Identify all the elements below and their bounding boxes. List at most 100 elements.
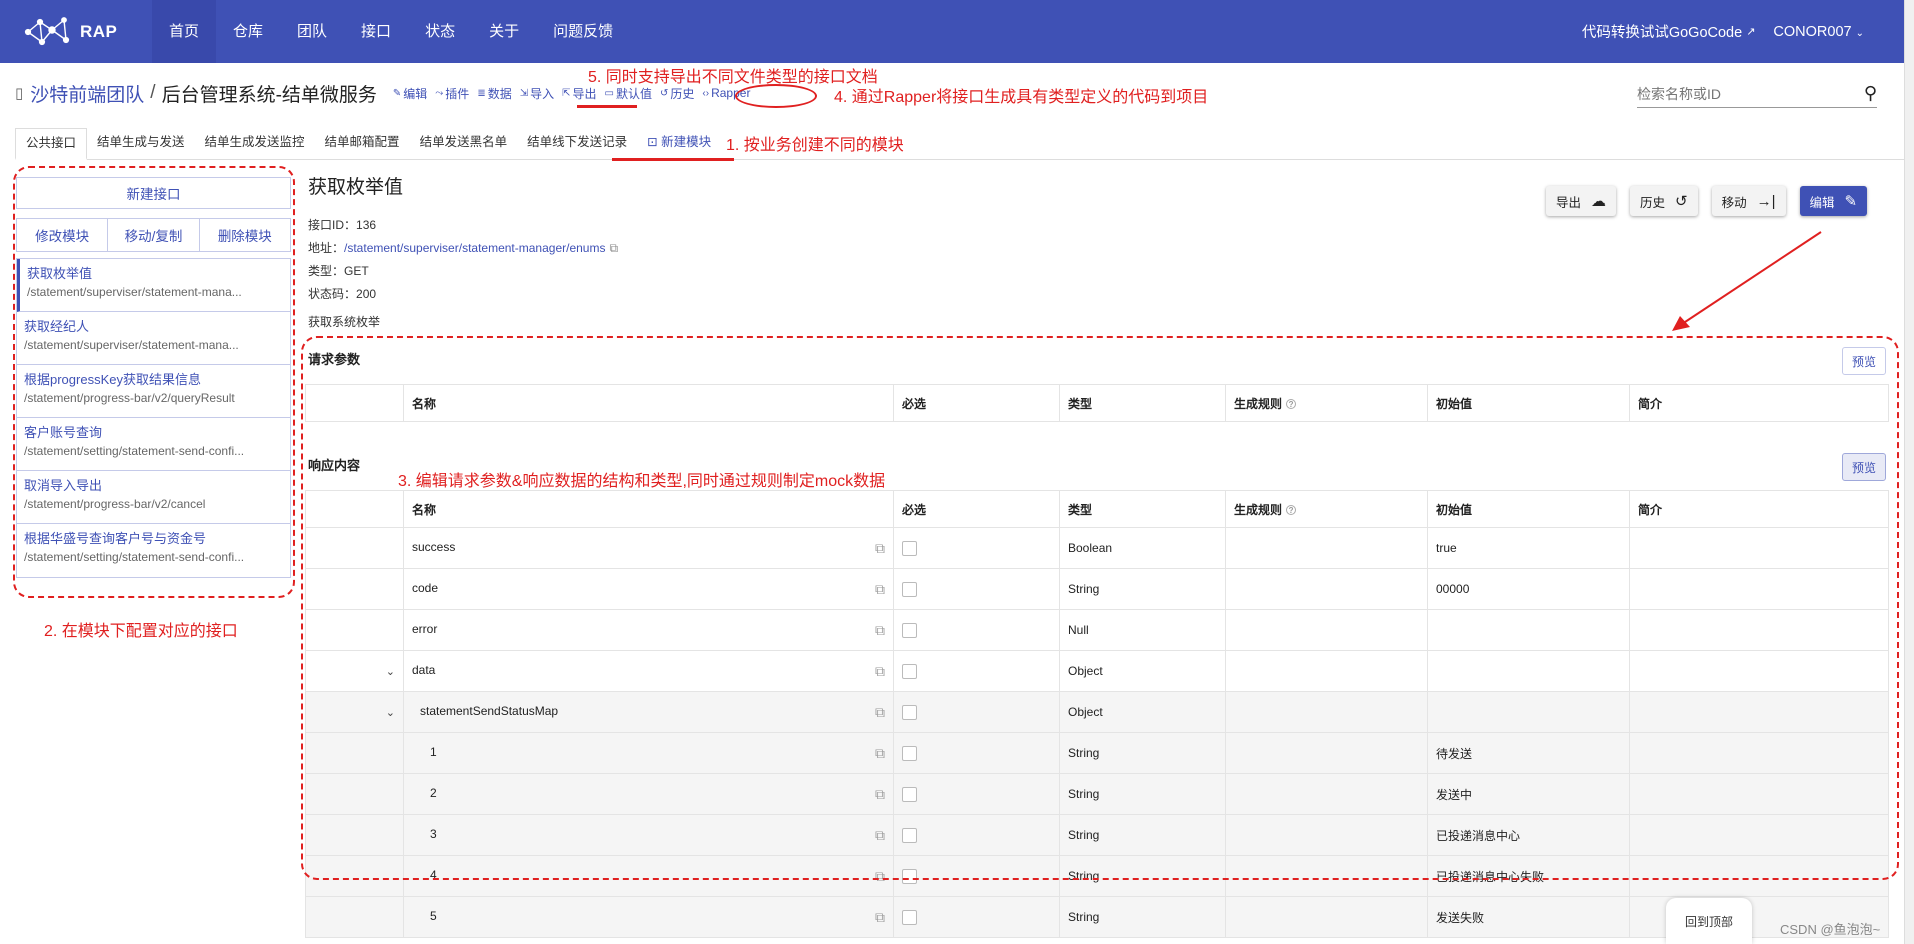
interface-id-label: 接口ID： — [308, 218, 357, 232]
import-action[interactable]: ⇲ 导入 — [520, 85, 554, 102]
field-name-cell: 5 ⧉ — [403, 896, 894, 938]
plugin-action[interactable]: ⤳ 插件 — [435, 85, 469, 102]
search-icon[interactable]: ⚲ — [1864, 83, 1877, 104]
annotation-arrow-icon — [1672, 231, 1822, 331]
tab-statement-mailbox[interactable]: 结单邮箱配置 — [315, 128, 410, 160]
interface-id-row: 接口ID：136 — [308, 214, 1888, 237]
action-label: 插件 — [445, 86, 470, 101]
copy-icon[interactable]: ⧉ — [875, 909, 885, 926]
logo-text: RAP — [80, 21, 118, 41]
export-button-label: 导出 — [1556, 195, 1582, 210]
code-icon: ‹› — [702, 87, 710, 99]
nav-status[interactable]: 状态 — [408, 0, 472, 63]
nav-repository[interactable]: 仓库 — [216, 0, 280, 63]
chevron-down-icon: ⌄ — [1855, 27, 1864, 39]
annotation-oval-rapper — [735, 84, 817, 108]
tab-statement-monitor[interactable]: 结单生成发送监控 — [195, 128, 315, 160]
interface-meta: 接口ID：136 地址：/statement/superviser/statem… — [308, 214, 1888, 306]
brand[interactable]: RAP — [24, 16, 152, 48]
module-tabs: 公共接口 结单生成与发送 结单生成发送监控 结单邮箱配置 结单发送黑名单 结单线… — [15, 128, 1904, 160]
tab-statement-generate-send[interactable]: 结单生成与发送 — [87, 128, 195, 160]
data-action[interactable]: ≣ 数据 — [477, 85, 511, 102]
team-link[interactable]: 沙特前端团队 — [30, 80, 144, 107]
default-value-action[interactable]: ▭ 默认值 — [605, 85, 652, 102]
interface-url-row: 地址：/statement/superviser/statement-manag… — [308, 237, 1888, 260]
field-type: String — [1059, 896, 1226, 938]
package-icon: ⊡ — [647, 135, 658, 149]
initial-value: 发送失败 — [1427, 896, 1630, 938]
search-input[interactable] — [1637, 85, 1837, 102]
required-cell — [893, 896, 1060, 938]
interface-id: 136 — [356, 218, 377, 232]
annotation-box-params — [301, 336, 1899, 880]
copy-icon[interactable]: ⧉ — [609, 241, 618, 255]
nav-about[interactable]: 关于 — [472, 0, 536, 63]
nav-feedback[interactable]: 问题反馈 — [536, 0, 630, 63]
external-link-icon: ↗ — [1746, 26, 1756, 38]
repository-icon: ▯ — [15, 85, 24, 102]
import-icon: ⇲ — [519, 87, 529, 99]
nav-home[interactable]: 首页 — [152, 0, 217, 63]
cloud-download-icon: ☁ — [1591, 193, 1607, 210]
edit-button-label: 编辑 — [1809, 195, 1835, 210]
interface-action-buttons: 导出 ☁ 历史 ↺ 移动 →| 编辑 ✎ — [1532, 186, 1868, 216]
default-value-icon: ▭ — [604, 87, 614, 99]
action-label: 编辑 — [403, 86, 428, 101]
page-scrollbar[interactable] — [1904, 0, 1914, 944]
new-module-tab[interactable]: ⊡ 新建模块 — [637, 128, 721, 160]
user-name: CONOR007 — [1773, 23, 1852, 40]
edit-button[interactable]: 编辑 ✎ — [1799, 186, 1868, 216]
annotation-1: 1. 按业务创建不同的模块 — [726, 137, 904, 154]
interface-status-label: 状态码： — [308, 287, 357, 301]
action-label: 导入 — [530, 86, 555, 101]
action-label: 导出 — [572, 86, 597, 101]
tab-statement-blacklist[interactable]: 结单发送黑名单 — [410, 128, 518, 160]
nav-interface[interactable]: 接口 — [344, 0, 408, 63]
export-action[interactable]: ⇱ 导出 — [562, 85, 596, 102]
pencil-icon: ✎ — [392, 87, 402, 99]
user-menu[interactable]: CONOR007 ⌄ — [1773, 24, 1864, 40]
interface-type-label: 类型： — [308, 264, 345, 278]
top-right-area: 代码转换试试GoGoCode ↗ CONOR007 ⌄ — [1582, 0, 1864, 63]
interface-type-row: 类型：GET — [308, 260, 1888, 283]
main-nav: 首页 仓库 团队 接口 状态 关于 问题反馈 — [152, 0, 630, 63]
arrow-right-icon: →| — [1756, 192, 1776, 210]
export-icon: ⇱ — [562, 87, 571, 99]
table-row[interactable]: 5 ⧉ String 发送失败 — [305, 896, 1889, 938]
annotation-4: 4. 通过Rapper将接口生成具有类型定义的代码到项目 — [834, 89, 1209, 106]
repository-actions: ✎ 编辑 ⤳ 插件 ≣ 数据 ⇲ 导入 ⇱ 导出 ▭ 默认值 ↺ 历史 ‹› Rapper — [385, 85, 751, 102]
history-icon: ↺ — [1675, 193, 1688, 210]
history-button[interactable]: 历史 ↺ — [1630, 186, 1698, 216]
annotation-3: 3. 编辑请求参数&响应数据的结构和类型,同时通过规则制定mock数据 — [398, 473, 886, 490]
breadcrumb-separator: / — [150, 82, 156, 103]
pencil-icon: ✎ — [1844, 193, 1858, 210]
search-bar: ⚲ — [1637, 80, 1877, 108]
watermark: CSDN @鱼泡泡~ — [1780, 922, 1881, 937]
tab-statement-offline-records[interactable]: 结单线下发送记录 — [517, 128, 637, 160]
back-to-top-button[interactable]: 回到顶部 — [1666, 898, 1752, 944]
tab-public-interface[interactable]: 公共接口 — [15, 128, 88, 160]
nav-team[interactable]: 团队 — [280, 0, 344, 63]
edit-repo-action[interactable]: ✎ 编辑 — [393, 85, 427, 102]
action-label: 默认值 — [615, 86, 652, 101]
history-icon: ↺ — [660, 87, 669, 99]
required-checkbox[interactable] — [902, 909, 917, 925]
interface-status-row: 状态码：200 — [308, 283, 1888, 306]
interface-type: GET — [344, 264, 369, 278]
export-button[interactable]: 导出 ☁ — [1546, 186, 1617, 216]
plugin-icon: ⤳ — [435, 87, 444, 99]
interface-url-label: 地址： — [308, 241, 345, 255]
repository-name: 后台管理系统-结单微服务 — [161, 84, 377, 106]
interface-description: 获取系统枚举 — [308, 315, 381, 329]
gogocode-link[interactable]: 代码转换试试GoGoCode — [1582, 21, 1742, 42]
annotation-underline-export — [577, 105, 637, 108]
interface-status: 200 — [356, 287, 377, 301]
field-name: 5 — [430, 908, 437, 923]
history-action[interactable]: ↺ 历史 — [660, 85, 694, 102]
new-module-label: 新建模块 — [661, 135, 712, 149]
action-label: 历史 — [670, 86, 695, 101]
expand-cell — [305, 896, 404, 938]
annotation-box-sidebar — [13, 166, 295, 598]
interface-url-link[interactable]: /statement/superviser/statement-manager/… — [344, 241, 605, 255]
move-button[interactable]: 移动 →| — [1711, 186, 1786, 216]
